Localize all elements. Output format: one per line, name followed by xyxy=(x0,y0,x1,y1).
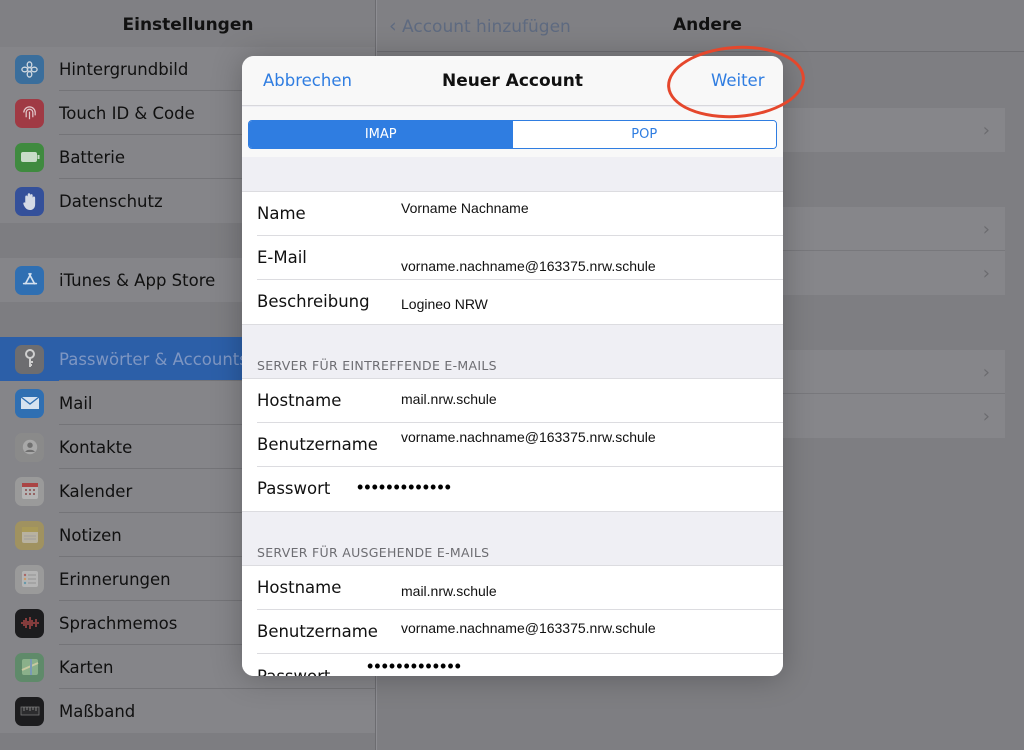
chevron-right-icon: › xyxy=(982,263,990,284)
sidebar-title: Einstellungen xyxy=(122,15,254,35)
sidebar-item-label: Sprachmemos xyxy=(59,613,178,633)
chevron-right-icon: › xyxy=(982,219,990,240)
reminders-icon xyxy=(15,564,44,594)
name-row: Name Vorname Nachname xyxy=(242,192,783,236)
email-row: E-Mail vorname.nachname@163375.nrw.schul… xyxy=(242,236,783,280)
incoming-password-field[interactable]: ••••••••••••• xyxy=(357,477,452,498)
back-label: Account hinzufügen xyxy=(402,17,571,37)
outgoing-server-header: SERVER FÜR AUSGEHENDE E-MAILS xyxy=(257,545,490,560)
outgoing-password-label: Passwort xyxy=(257,667,330,676)
incoming-password-row: Passwort ••••••••••••• xyxy=(242,467,783,511)
voice-memo-icon xyxy=(15,608,44,638)
measure-icon xyxy=(15,696,44,726)
email-label: E-Mail xyxy=(257,248,307,267)
incoming-server-fields: Hostname mail.nrw.schule Benutzername vo… xyxy=(242,378,783,512)
account-fields: Name Vorname Nachname E-Mail vorname.nac… xyxy=(242,191,783,325)
maps-icon xyxy=(15,652,44,682)
outgoing-user-field[interactable]: vorname.nachname@163375.nrw.schule xyxy=(401,620,656,636)
outgoing-host-field[interactable]: mail.nrw.schule xyxy=(401,583,497,599)
name-field[interactable]: Vorname Nachname xyxy=(401,200,529,216)
back-button[interactable]: ‹ Account hinzufügen xyxy=(389,15,571,37)
segment-pop[interactable]: POP xyxy=(512,121,776,148)
incoming-user-field[interactable]: vorname.nachname@163375.nrw.schule xyxy=(401,429,656,445)
sidebar-item-label: Kalender xyxy=(59,481,133,501)
description-row: Beschreibung Logineo NRW xyxy=(242,280,783,324)
email-field[interactable]: vorname.nachname@163375.nrw.schule xyxy=(401,258,656,274)
incoming-host-label: Hostname xyxy=(257,391,342,410)
description-field[interactable]: Logineo NRW xyxy=(401,296,488,312)
battery-icon xyxy=(15,142,44,172)
calendar-icon xyxy=(15,476,44,506)
wallpaper-icon xyxy=(15,54,44,84)
sidebar-item-label: Touch ID & Code xyxy=(59,103,195,123)
sidebar-item-measure[interactable]: Maßband xyxy=(0,689,375,733)
incoming-password-label: Passwort xyxy=(257,479,331,498)
key-icon xyxy=(15,344,44,374)
sidebar-item-label: Notizen xyxy=(59,525,122,545)
mail-icon xyxy=(15,388,44,418)
incoming-server-header: SERVER FÜR EINTREFFENDE E-MAILS xyxy=(257,358,497,373)
protocol-segmented-control: IMAP POP xyxy=(248,120,777,149)
outgoing-user-label: Benutzername xyxy=(257,622,378,641)
contacts-icon xyxy=(15,432,44,462)
outgoing-host-row: Hostname mail.nrw.schule xyxy=(242,566,783,610)
sidebar-item-label: Datenschutz xyxy=(59,191,163,211)
incoming-host-field[interactable]: mail.nrw.schule xyxy=(401,391,497,407)
app-store-icon xyxy=(15,265,44,295)
name-label: Name xyxy=(257,204,306,223)
sidebar-item-label: iTunes & App Store xyxy=(59,270,216,290)
chevron-left-icon: ‹ xyxy=(389,15,397,37)
detail-title: Andere xyxy=(673,15,742,35)
outgoing-user-row: Benutzername vorname.nachname@163375.nrw… xyxy=(242,610,783,654)
hand-icon xyxy=(15,186,44,216)
chevron-right-icon: › xyxy=(982,406,990,427)
fingerprint-icon xyxy=(15,98,44,128)
outgoing-server-fields: Hostname mail.nrw.schule Benutzername vo… xyxy=(242,565,783,676)
sidebar-item-label: Batterie xyxy=(59,147,126,167)
chevron-right-icon: › xyxy=(982,362,990,383)
outgoing-host-label: Hostname xyxy=(257,578,342,597)
description-label: Beschreibung xyxy=(257,292,370,311)
segment-imap[interactable]: IMAP xyxy=(249,121,513,148)
outgoing-password-row: Passwort ••••••••••••• xyxy=(242,654,783,676)
sidebar-item-label: Mail xyxy=(59,393,93,413)
notes-icon xyxy=(15,520,44,550)
sidebar-item-label: Erinnerungen xyxy=(59,569,171,589)
detail-header: ‹ Account hinzufügen Andere xyxy=(377,0,1024,52)
sidebar-item-label: Karten xyxy=(59,657,114,677)
outgoing-password-field[interactable]: ••••••••••••• xyxy=(367,656,462,676)
sidebar-item-label: Passwörter & Accounts xyxy=(59,349,248,369)
incoming-user-row: Benutzername vorname.nachname@163375.nrw… xyxy=(242,423,783,467)
sidebar-item-label: Maßband xyxy=(59,701,136,721)
incoming-user-label: Benutzername xyxy=(257,435,378,454)
new-account-dialog: Abbrechen Neuer Account Weiter IMAP POP … xyxy=(242,56,783,676)
sidebar-header: Einstellungen xyxy=(0,0,375,52)
sidebar-item-label: Kontakte xyxy=(59,437,133,457)
chevron-right-icon: › xyxy=(982,120,990,141)
sidebar-item-label: Hintergrundbild xyxy=(59,59,189,79)
incoming-host-row: Hostname mail.nrw.schule xyxy=(242,379,783,423)
